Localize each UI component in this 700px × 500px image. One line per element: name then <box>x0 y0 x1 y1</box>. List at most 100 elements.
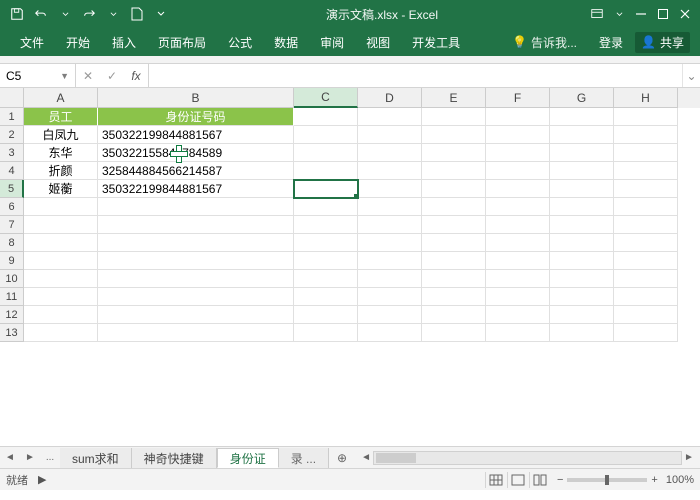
cell[interactable] <box>422 270 486 288</box>
cell[interactable] <box>294 162 358 180</box>
close-icon[interactable] <box>674 3 696 25</box>
cell[interactable] <box>98 270 294 288</box>
cell[interactable] <box>358 270 422 288</box>
expand-formula-icon[interactable]: ⌄ <box>682 64 700 87</box>
cell[interactable] <box>24 288 98 306</box>
cell[interactable] <box>24 252 98 270</box>
save-icon[interactable] <box>6 3 28 25</box>
cell[interactable] <box>614 198 678 216</box>
select-all-triangle[interactable] <box>0 88 24 108</box>
cell[interactable]: 325844884566214587 <box>98 162 294 180</box>
cell[interactable] <box>358 288 422 306</box>
row-header[interactable]: 9 <box>0 252 24 270</box>
cell[interactable] <box>550 306 614 324</box>
view-pagebreak-icon[interactable] <box>529 472 551 488</box>
cell[interactable] <box>422 162 486 180</box>
cell[interactable] <box>358 324 422 342</box>
cell[interactable] <box>294 234 358 252</box>
cell[interactable]: 折颜 <box>24 162 98 180</box>
redo-dropdown-icon[interactable] <box>102 3 124 25</box>
cell[interactable] <box>486 306 550 324</box>
add-sheet-button[interactable]: ⊕ <box>329 447 355 468</box>
column-header[interactable]: F <box>486 88 550 108</box>
cell[interactable] <box>294 306 358 324</box>
cell[interactable] <box>358 216 422 234</box>
login-link[interactable]: 登录 <box>589 29 633 55</box>
cell[interactable] <box>486 162 550 180</box>
cell[interactable] <box>486 252 550 270</box>
maximize-icon[interactable] <box>652 3 674 25</box>
cell[interactable] <box>614 270 678 288</box>
cell[interactable]: 白凤九 <box>24 126 98 144</box>
view-normal-icon[interactable] <box>485 472 507 488</box>
cell[interactable] <box>358 108 422 126</box>
cell[interactable] <box>486 270 550 288</box>
cell[interactable] <box>614 162 678 180</box>
cell[interactable] <box>294 126 358 144</box>
sheet-tab[interactable]: sum求和 <box>60 448 132 468</box>
cells-area[interactable]: 员工身份证号码白凤九350322199844881567东华3503221558… <box>24 108 700 446</box>
column-header[interactable]: H <box>614 88 678 108</box>
tab-file[interactable]: 文件 <box>10 29 54 55</box>
row-header[interactable]: 2 <box>0 126 24 144</box>
cell[interactable] <box>614 324 678 342</box>
sheet-tab[interactable]: 神奇快捷键 <box>132 448 217 468</box>
row-header[interactable]: 5 <box>0 180 24 198</box>
cell[interactable]: 身份证号码 <box>98 108 294 126</box>
cell[interactable]: 姬蘅 <box>24 180 98 198</box>
cell[interactable] <box>550 252 614 270</box>
cell[interactable] <box>614 108 678 126</box>
column-header[interactable]: D <box>358 88 422 108</box>
cell[interactable] <box>358 252 422 270</box>
share-button[interactable]: 👤共享 <box>635 32 690 53</box>
cell[interactable] <box>98 306 294 324</box>
enter-formula-icon[interactable]: ✓ <box>100 69 124 83</box>
cell[interactable] <box>98 216 294 234</box>
cell[interactable] <box>294 288 358 306</box>
row-header[interactable]: 10 <box>0 270 24 288</box>
tab-review[interactable]: 审阅 <box>310 29 354 55</box>
cell[interactable] <box>550 324 614 342</box>
cell[interactable] <box>422 216 486 234</box>
undo-dropdown-icon[interactable] <box>54 3 76 25</box>
column-header[interactable]: C <box>294 88 358 108</box>
cell[interactable] <box>486 234 550 252</box>
cell[interactable] <box>98 288 294 306</box>
cell[interactable]: 东华 <box>24 144 98 162</box>
column-header[interactable]: A <box>24 88 98 108</box>
cell[interactable] <box>614 126 678 144</box>
row-header[interactable]: 1 <box>0 108 24 126</box>
cell[interactable] <box>486 126 550 144</box>
tell-me[interactable]: 💡告诉我... <box>502 29 587 55</box>
ribbon-display-icon[interactable] <box>586 3 608 25</box>
cell[interactable] <box>614 306 678 324</box>
cell[interactable] <box>550 126 614 144</box>
cell[interactable] <box>98 324 294 342</box>
cell[interactable] <box>24 324 98 342</box>
cell[interactable] <box>98 252 294 270</box>
cell[interactable] <box>422 198 486 216</box>
column-header[interactable]: E <box>422 88 486 108</box>
name-box[interactable]: C5▼ <box>0 64 76 87</box>
cell[interactable] <box>422 144 486 162</box>
cell[interactable] <box>24 198 98 216</box>
cell[interactable] <box>614 180 678 198</box>
row-header[interactable]: 8 <box>0 234 24 252</box>
undo-icon[interactable] <box>30 3 52 25</box>
minimize-icon[interactable] <box>630 3 652 25</box>
cell[interactable] <box>614 288 678 306</box>
row-header[interactable]: 7 <box>0 216 24 234</box>
cell[interactable]: 员工 <box>24 108 98 126</box>
cell[interactable] <box>422 180 486 198</box>
cell[interactable] <box>550 144 614 162</box>
cell[interactable] <box>358 162 422 180</box>
ribbon-display-dropdown-icon[interactable] <box>608 3 630 25</box>
cell[interactable] <box>550 180 614 198</box>
cell[interactable] <box>98 234 294 252</box>
formula-input[interactable] <box>149 64 682 87</box>
cell[interactable] <box>486 198 550 216</box>
cell[interactable] <box>422 288 486 306</box>
cell[interactable] <box>358 180 422 198</box>
zoom-slider[interactable] <box>567 478 647 482</box>
cell[interactable] <box>294 180 358 198</box>
